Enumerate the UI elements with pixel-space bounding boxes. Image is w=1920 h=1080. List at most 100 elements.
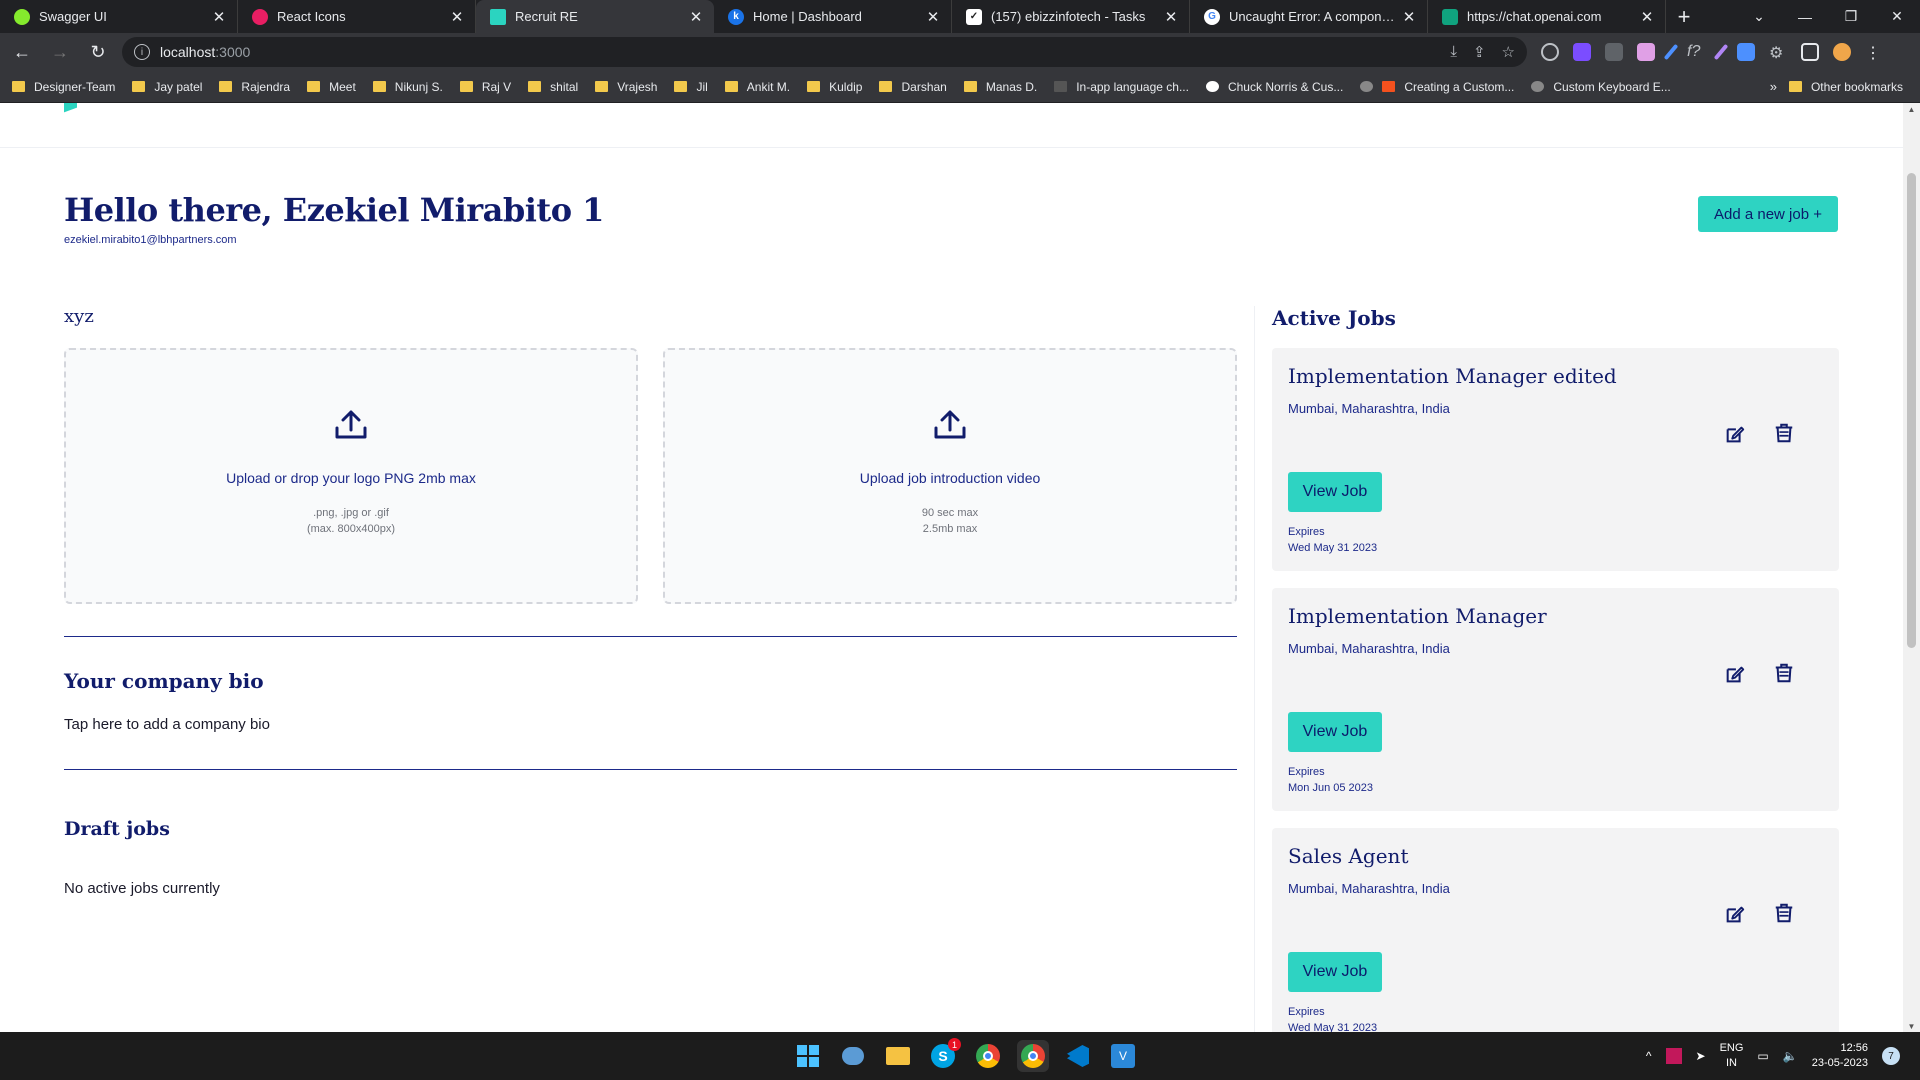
folder-icon	[528, 81, 542, 92]
language-icon	[1054, 81, 1068, 92]
bookmark-link[interactable]: Custom Keyboard E...	[1531, 80, 1671, 94]
side-panel-icon[interactable]	[1801, 43, 1819, 61]
install-icon[interactable]: ⤓	[1450, 43, 1457, 61]
tab-uncaught-error[interactable]: G Uncaught Error: A component s ✕	[1190, 0, 1428, 33]
bookmark-folder[interactable]: shital	[528, 80, 578, 94]
volume-icon[interactable]: 🔈	[1783, 1049, 1798, 1063]
video-upload-dropzone[interactable]: Upload job introduction video 90 sec max…	[663, 348, 1237, 604]
menu-icon[interactable]: ⋮	[1865, 43, 1883, 62]
job-title: Implementation Manager edited	[1288, 364, 1617, 388]
clock[interactable]: 12:56 23-05-2023	[1812, 1041, 1868, 1071]
close-window-icon[interactable]: ✕	[1874, 8, 1920, 25]
tab-react-icons[interactable]: React Icons ✕	[238, 0, 476, 33]
chrome-icon[interactable]	[972, 1040, 1004, 1072]
skype-icon[interactable]: S1	[927, 1038, 961, 1072]
close-icon[interactable]: ✕	[211, 8, 227, 26]
close-icon[interactable]: ✕	[925, 8, 941, 26]
close-icon[interactable]: ✕	[1401, 8, 1417, 26]
network-icon[interactable]: ▭	[1757, 1049, 1768, 1063]
bookmark-folder[interactable]: Jay patel	[132, 80, 202, 94]
view-job-button[interactable]: View Job	[1288, 952, 1382, 992]
google-favicon-icon: G	[1204, 8, 1220, 25]
tab-chatgpt[interactable]: https://chat.openai.com ✕	[1428, 0, 1666, 33]
tab-recruit-re[interactable]: Recruit RE ✕	[476, 0, 714, 33]
page-scrollbar[interactable]: ▲ ▼	[1903, 103, 1920, 1032]
bookmark-link[interactable]: In-app language ch...	[1054, 80, 1189, 94]
site-info-icon[interactable]: i	[134, 44, 150, 60]
scroll-up-icon[interactable]: ▲	[1907, 105, 1916, 114]
vscode-alt-icon[interactable]: V	[1107, 1040, 1139, 1072]
bookmark-folder[interactable]: Designer-Team	[12, 80, 115, 94]
job-title: Sales Agent	[1288, 844, 1409, 868]
back-icon[interactable]: ←	[6, 36, 38, 68]
add-new-job-button[interactable]: Add a new job +	[1698, 196, 1838, 232]
star-icon[interactable]: ☆	[1502, 43, 1515, 61]
location-icon[interactable]: ➤	[1696, 1049, 1706, 1063]
bookmark-folder[interactable]: Vrajesh	[595, 80, 657, 94]
bookmark-folder[interactable]: Ankit M.	[724, 80, 790, 94]
extension-icon[interactable]	[1541, 43, 1559, 61]
edit-icon[interactable]	[1724, 663, 1746, 685]
other-bookmarks[interactable]: Other bookmarks	[1788, 80, 1903, 94]
bookmark-folder[interactable]: Darshan	[879, 80, 947, 94]
tray-app-icon[interactable]	[1665, 1048, 1682, 1064]
restore-icon[interactable]: ❐	[1828, 8, 1874, 25]
scroll-down-icon[interactable]: ▼	[1907, 1022, 1916, 1031]
language-indicator[interactable]: ENG IN	[1720, 1041, 1744, 1071]
edit-icon[interactable]	[1724, 423, 1746, 445]
address-bar[interactable]: i localhost:3000 ⤓ ⇪ ☆	[122, 37, 1527, 67]
trash-icon[interactable]	[1773, 662, 1795, 684]
extension-icon[interactable]	[1663, 43, 1679, 61]
bookmark-folder[interactable]: Raj V	[459, 80, 511, 94]
tab-swagger-ui[interactable]: Swagger UI ✕	[0, 0, 238, 33]
bookmark-folder[interactable]: Manas D.	[963, 80, 1037, 94]
close-icon[interactable]: ✕	[449, 8, 465, 26]
view-job-button[interactable]: View Job	[1288, 712, 1382, 752]
minimize-icon[interactable]: —	[1782, 9, 1828, 25]
chrome-profile-icon[interactable]	[1017, 1040, 1049, 1072]
chevron-up-icon[interactable]: ^	[1646, 1049, 1652, 1063]
edit-icon[interactable]	[1724, 903, 1746, 925]
chat-icon[interactable]	[837, 1040, 869, 1072]
vscode-icon[interactable]	[1062, 1040, 1094, 1072]
bookmark-folder[interactable]: Nikunj S.	[372, 80, 443, 94]
site-logo[interactable]	[64, 103, 87, 113]
puzzle-icon[interactable]: ⚙	[1769, 43, 1787, 62]
logo-upload-dropzone[interactable]: Upload or drop your logo PNG 2mb max .pn…	[64, 348, 638, 604]
new-tab-button[interactable]: +	[1666, 0, 1702, 33]
notification-badge[interactable]: 7	[1882, 1047, 1900, 1065]
company-bio-input[interactable]: Tap here to add a company bio	[64, 716, 270, 733]
bookmarks-overflow-icon[interactable]: »	[1770, 79, 1777, 94]
extension-icon[interactable]	[1573, 43, 1591, 61]
extension-icon[interactable]	[1605, 43, 1623, 61]
extension-icon[interactable]: f?	[1687, 43, 1705, 61]
close-icon[interactable]: ✕	[1639, 8, 1655, 26]
extension-icon[interactable]	[1637, 43, 1655, 61]
scrollbar-thumb[interactable]	[1907, 173, 1916, 648]
file-explorer-icon[interactable]	[882, 1040, 914, 1072]
close-icon[interactable]: ✕	[688, 8, 704, 26]
avatar[interactable]	[1833, 43, 1851, 61]
trash-icon[interactable]	[1773, 422, 1795, 444]
windows-start-icon[interactable]	[792, 1040, 824, 1072]
extension-icon[interactable]	[1713, 43, 1729, 61]
tab-home-dashboard[interactable]: k Home | Dashboard ✕	[714, 0, 952, 33]
bookmark-folder[interactable]: Kuldip	[807, 80, 862, 94]
extension-icon[interactable]	[1737, 43, 1755, 61]
close-icon[interactable]: ✕	[1163, 8, 1179, 26]
bookmark-folder[interactable]: Meet	[307, 80, 356, 94]
bookmark-folder[interactable]: Rajendra	[219, 80, 290, 94]
forward-icon[interactable]: →	[44, 36, 76, 68]
bookmark-link[interactable]: Chuck Norris & Cus...	[1205, 80, 1343, 94]
trash-icon[interactable]	[1773, 902, 1795, 924]
company-bio-heading: Your company bio	[64, 669, 264, 693]
reload-icon[interactable]: ↻	[82, 36, 114, 68]
bookmark-folder[interactable]: Jil	[674, 80, 708, 94]
share-icon[interactable]: ⇪	[1473, 43, 1486, 61]
tab-search-icon[interactable]: ⌄	[1736, 8, 1782, 25]
page-title: Hello there, Ezekiel Mirabito 1	[64, 191, 604, 229]
view-job-button[interactable]: View Job	[1288, 472, 1382, 512]
tab-tasks[interactable]: ✓ (157) ebizzinfotech - Tasks ✕	[952, 0, 1190, 33]
bookmark-link[interactable]: Creating a Custom...	[1360, 80, 1514, 94]
swagger-favicon-icon	[14, 8, 30, 25]
